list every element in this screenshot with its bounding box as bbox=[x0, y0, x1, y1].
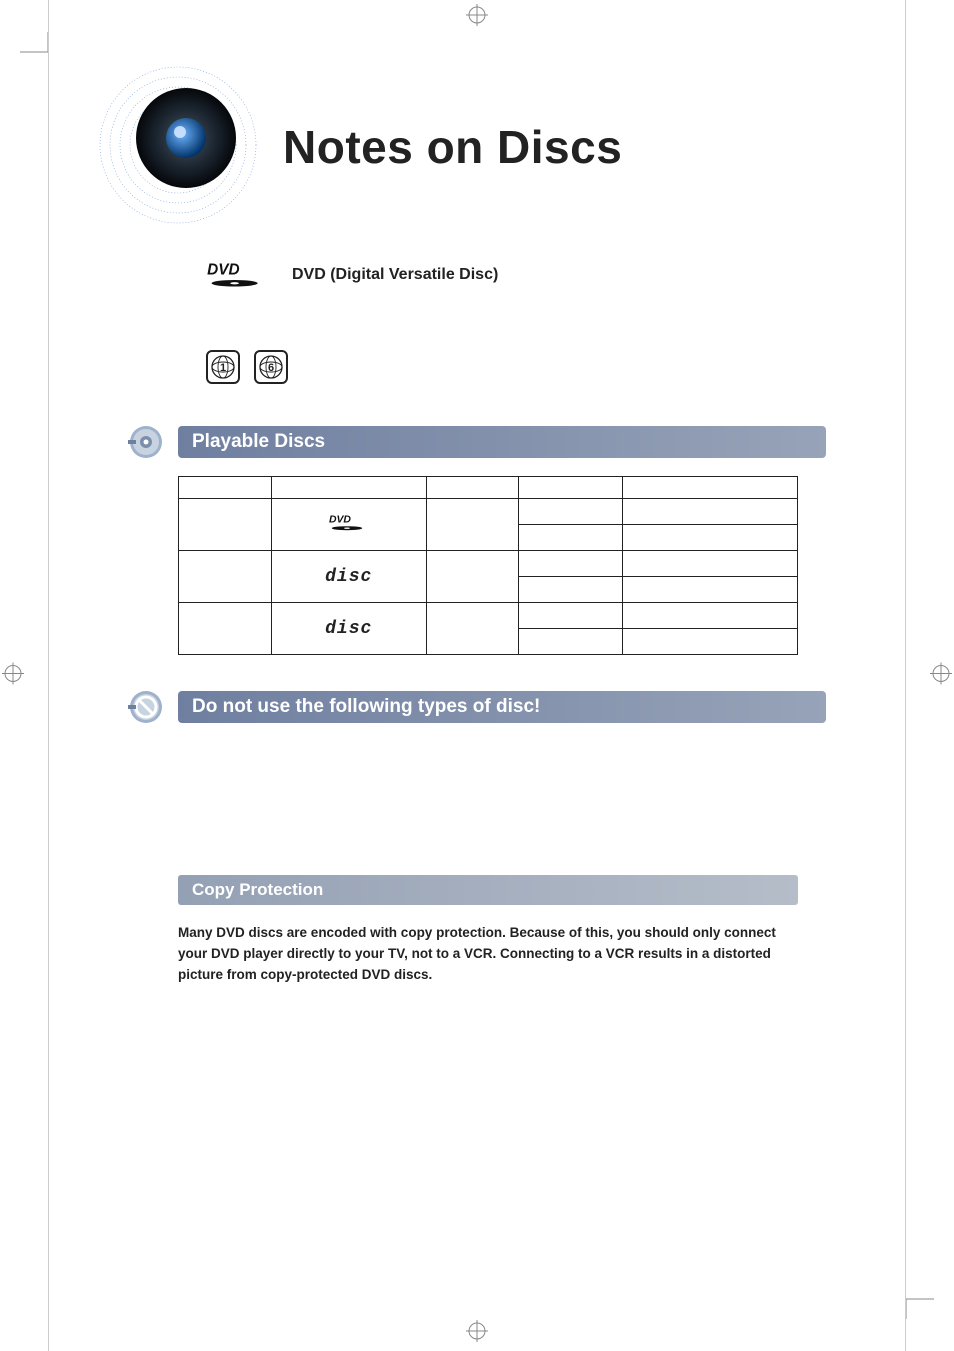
svg-text:6: 6 bbox=[268, 362, 274, 374]
table-row: DVD bbox=[179, 499, 798, 525]
dvd-logo-icon: DVD bbox=[206, 260, 272, 290]
region-badge-row: 1 6 bbox=[128, 350, 826, 384]
table-cell bbox=[622, 629, 797, 655]
page-title: Notes on Discs bbox=[283, 120, 622, 174]
table-cell bbox=[519, 499, 622, 525]
svg-text:DVD: DVD bbox=[329, 515, 351, 526]
table-cell bbox=[426, 499, 519, 551]
disc-play-icon bbox=[128, 424, 164, 460]
table-header-cell bbox=[271, 477, 426, 499]
svg-text:1: 1 bbox=[220, 362, 226, 374]
table-header-cell bbox=[179, 477, 272, 499]
table-cell bbox=[622, 603, 797, 629]
globe-icon: 1 bbox=[210, 354, 236, 380]
table-cell bbox=[622, 499, 797, 525]
table-cell bbox=[519, 629, 622, 655]
region-badge-1: 1 bbox=[206, 350, 240, 384]
speaker-graphic bbox=[98, 60, 268, 230]
svg-text:DVD: DVD bbox=[207, 261, 240, 278]
registration-mark-left bbox=[2, 662, 24, 689]
table-cell bbox=[519, 551, 622, 577]
table-header-row bbox=[179, 477, 798, 499]
region-badge-6: 6 bbox=[254, 350, 288, 384]
table-cell bbox=[179, 499, 272, 551]
table-cell bbox=[622, 551, 797, 577]
section-title: Do not use the following types of disc! bbox=[178, 691, 826, 723]
table-cell bbox=[622, 525, 797, 551]
subsection-copy-protection: Copy Protection bbox=[178, 875, 798, 905]
table-header-cell bbox=[426, 477, 519, 499]
disc-logo-text: disc bbox=[325, 567, 372, 587]
table-header-cell bbox=[622, 477, 797, 499]
no-disc-icon bbox=[128, 689, 164, 725]
disc-logo-text: disc bbox=[325, 619, 372, 639]
section-do-not-use: Do not use the following types of disc! bbox=[128, 689, 826, 725]
page-content: Notes on Discs DVD DVD (Digital Versatil… bbox=[48, 40, 906, 1311]
section-playable-discs: Playable Discs bbox=[128, 424, 826, 460]
table-cell bbox=[519, 603, 622, 629]
table-cell bbox=[519, 525, 622, 551]
section-title: Playable Discs bbox=[178, 426, 826, 458]
globe-icon: 6 bbox=[258, 354, 284, 380]
table-cell bbox=[179, 603, 272, 655]
dvd-logo-icon: DVD bbox=[325, 511, 373, 535]
table-cell bbox=[426, 603, 519, 655]
table-cell-logo: disc bbox=[271, 603, 426, 655]
playable-discs-table: DVD disc bbox=[178, 476, 798, 655]
table-cell-logo: disc bbox=[271, 551, 426, 603]
table-cell bbox=[519, 577, 622, 603]
table-header-cell bbox=[519, 477, 622, 499]
table-cell bbox=[622, 577, 797, 603]
registration-mark-right bbox=[930, 662, 952, 689]
registration-mark-top bbox=[466, 4, 488, 31]
dvd-heading-row: DVD DVD (Digital Versatile Disc) bbox=[128, 260, 826, 290]
copy-protection-paragraph: Many DVD discs are encoded with copy pro… bbox=[178, 923, 798, 986]
table-row: disc bbox=[179, 551, 798, 577]
registration-mark-bottom bbox=[466, 1320, 488, 1347]
table-row: disc bbox=[179, 603, 798, 629]
table-cell bbox=[179, 551, 272, 603]
table-cell bbox=[426, 551, 519, 603]
dvd-description: DVD (Digital Versatile Disc) bbox=[292, 266, 498, 284]
page-header: Notes on Discs bbox=[128, 60, 826, 230]
table-cell-logo: DVD bbox=[271, 499, 426, 551]
